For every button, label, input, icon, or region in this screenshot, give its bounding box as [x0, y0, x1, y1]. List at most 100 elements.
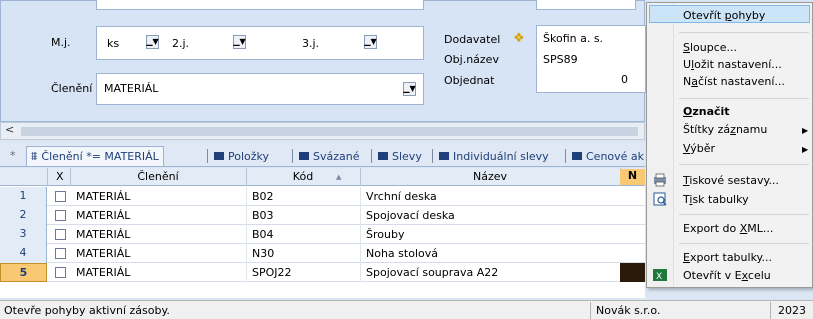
row-number[interactable]: 5 — [0, 263, 47, 282]
table-row[interactable]: 4 MATERIÁL N30 Noha stolová — [0, 244, 645, 263]
column-header-x[interactable]: X — [56, 170, 64, 183]
cell-kod: B04 — [252, 228, 274, 241]
cleneni-label: Členění — [51, 82, 93, 95]
row-checkbox[interactable] — [55, 210, 66, 221]
cell-divider — [246, 244, 247, 263]
menu-item-export-do-xml[interactable]: Export do XML... — [683, 222, 773, 235]
print-preview-icon — [653, 192, 667, 206]
scroll-thumb[interactable] — [21, 127, 638, 136]
menu-separator — [679, 164, 809, 165]
row-number[interactable]: 2 — [0, 206, 47, 225]
cell-nazev: Spojovací souprava A22 — [366, 266, 499, 279]
row-checkbox[interactable] — [55, 248, 66, 259]
mj3-dropdown-button[interactable]: ▁▼ — [364, 35, 377, 49]
cleneni-field[interactable]: MATERIÁL ▁▼ — [96, 73, 424, 105]
cell-cleneni: MATERIÁL — [76, 266, 131, 279]
status-bar: Otevře pohyby aktivní zásoby. Novák s.r.… — [0, 300, 813, 319]
row-number[interactable]: 4 — [0, 244, 47, 263]
objnazev-value: SPS89 — [543, 53, 578, 66]
table-row[interactable]: 1 MATERIÁL B02 Vrchní deska — [0, 187, 645, 206]
cleneni-value: MATERIÁL — [104, 82, 159, 95]
row-number[interactable]: 1 — [0, 187, 47, 206]
scroll-left-icon[interactable]: < — [5, 123, 14, 136]
menu-item-oznacit[interactable]: Označit — [683, 105, 730, 118]
table-row-selected[interactable]: 5 MATERIÁL SPOJ22 Spojovací souprava A22 — [0, 263, 645, 282]
tab-separator — [432, 149, 433, 163]
handshake-icon[interactable]: ❖ — [513, 31, 525, 46]
menu-item-tisk-tabulky[interactable]: Tisk tabulky — [683, 193, 749, 206]
tab-cenove-akce[interactable]: Cenové ak — [568, 146, 648, 166]
row-number[interactable]: 3 — [0, 225, 47, 244]
cell-cleneni: MATERIÁL — [76, 247, 131, 260]
asterisk-icon: * — [10, 149, 16, 162]
dropdown-arrow-icon: ▁▼ — [146, 37, 159, 46]
cell-divider — [360, 263, 361, 282]
tab-svazane[interactable]: Svázané — [295, 146, 364, 166]
cleneni-dropdown-button[interactable]: ▁▼ — [403, 82, 416, 96]
menu-item-stitky-zaznamu[interactable]: Štítky záznamu — [683, 123, 767, 136]
menu-item-nacist-nastaveni[interactable]: Načíst nastavení... — [683, 75, 785, 88]
cell-divider — [246, 225, 247, 244]
units-field-group: ks ▁▼ 2.j. ▁▼ 3.j. ▁▼ — [96, 26, 424, 60]
menu-item-ulozit-nastaveni[interactable]: Uložit nastavení... — [683, 58, 782, 71]
table-row[interactable]: 2 MATERIÁL B03 Spojovací deska — [0, 206, 645, 225]
tab-filter-label: Členění *= MATERIÁL — [41, 150, 159, 163]
menu-item-otevrit-pohyby[interactable]: Otevřít pohyby — [683, 9, 765, 22]
status-year: 2023 — [778, 304, 806, 317]
cell-cleneni: MATERIÁL — [76, 209, 131, 222]
context-menu: Otevřít pohyby Sloupce... Uložit nastave… — [646, 2, 813, 288]
row-checkbox[interactable] — [55, 267, 66, 278]
tab-polozky[interactable]: Položky — [210, 146, 273, 166]
status-message: Otevře pohyby aktivní zásoby. — [4, 304, 170, 317]
menu-separator — [679, 98, 809, 99]
cell-divider — [246, 206, 247, 225]
cell-cleneni: MATERIÁL — [76, 190, 131, 203]
menu-separator — [679, 243, 809, 244]
table-icon — [439, 152, 449, 160]
menu-item-tiskove-sestavy[interactable]: Tiskové sestavy... — [683, 174, 779, 187]
cell-cleneni: MATERIÁL — [76, 228, 131, 241]
objednat-label: Objednat — [444, 74, 495, 87]
tab-individualni-slevy[interactable]: Individuální slevy — [435, 146, 553, 166]
column-header-kod[interactable]: Kód — [246, 170, 360, 183]
column-divider — [47, 168, 48, 186]
mj-dropdown-button[interactable]: ▁▼ — [146, 35, 159, 49]
mj-value[interactable]: ks — [107, 37, 119, 50]
status-separator — [590, 302, 591, 319]
column-header-n[interactable]: N — [620, 169, 645, 185]
mj2-dropdown-button[interactable]: ▁▼ — [233, 35, 246, 49]
excel-icon: X — [653, 268, 667, 282]
cell-divider — [246, 187, 247, 206]
status-separator — [770, 302, 771, 319]
menu-item-sloupce[interactable]: Sloupce... — [683, 41, 737, 54]
column-header-nazev[interactable]: Název — [360, 170, 620, 183]
submenu-arrow-icon: ▶ — [802, 126, 809, 135]
dropdown-arrow-icon: ▁▼ — [364, 37, 377, 46]
cell-divider — [360, 244, 361, 263]
tab-slevy[interactable]: Slevy — [374, 146, 426, 166]
column-header-cleneni[interactable]: Členění — [70, 170, 246, 183]
menu-item-vyber[interactable]: Výběr — [683, 142, 715, 155]
menu-item-export-tabulky[interactable]: Export tabulky... — [683, 251, 772, 264]
grid-header: X Členění Kód ▲ Název N — [0, 168, 645, 186]
menu-item-otevrit-v-excelu[interactable]: Otevřít v Excelu — [683, 269, 771, 282]
objednat-value: 0 — [621, 73, 628, 86]
top-field-partial-2[interactable] — [536, 0, 636, 10]
dodavatel-field[interactable]: Škofin a. s. SPS89 0 — [536, 25, 646, 93]
cell-nazev: Šrouby — [366, 228, 405, 241]
tab-separator — [371, 149, 372, 163]
submenu-arrow-icon: ▶ — [802, 145, 809, 154]
cell-divider — [360, 225, 361, 244]
tab-label: Individuální slevy — [453, 149, 549, 163]
row-checkbox[interactable] — [55, 191, 66, 202]
horizontal-scrollbar[interactable]: < — [0, 122, 645, 140]
data-grid: X Členění Kód ▲ Název N 1 MATERIÁL B02 V… — [0, 168, 645, 298]
row-checkbox[interactable] — [55, 229, 66, 240]
tab-filter[interactable]: ⩩ Členění *= MATERIÁL — [26, 146, 164, 166]
tab-separator — [207, 149, 208, 163]
top-field-partial[interactable] — [96, 0, 424, 10]
table-row[interactable]: 3 MATERIÁL B04 Šrouby — [0, 225, 645, 244]
cell-kod: SPOJ22 — [252, 266, 292, 279]
sort-arrow-icon: ▲ — [336, 173, 342, 181]
mj3-label: 3.j. — [302, 37, 320, 50]
